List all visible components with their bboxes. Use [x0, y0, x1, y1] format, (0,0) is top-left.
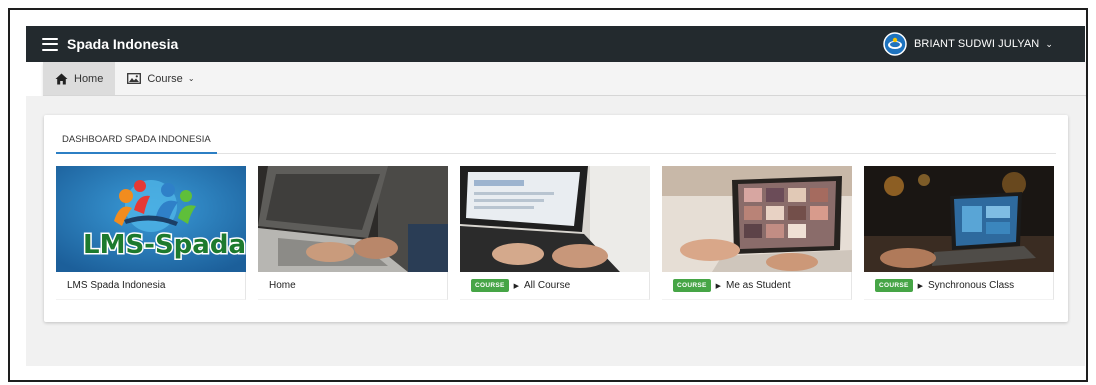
tile-title-text: LMS Spada Indonesia — [67, 280, 166, 291]
lms-spada-logo-text: LMS-Spada — [83, 230, 246, 260]
hamburger-menu-icon[interactable] — [42, 37, 58, 51]
tile-synchronous-class[interactable]: COURSE ▶ Synchronous Class — [864, 166, 1054, 301]
tile-lms-spada[interactable]: LMS-Spada LMS Spada Indonesia — [56, 166, 246, 301]
tile-home[interactable]: Home — [258, 166, 448, 301]
nav-item-course-label: Course — [147, 72, 183, 85]
laptop-gallery-image — [662, 166, 852, 272]
brand-title[interactable]: Spada Indonesia — [67, 36, 178, 52]
tile-me-as-student[interactable]: COURSE ▶ Me as Student — [662, 166, 852, 301]
tile-title-text: All Course — [524, 280, 571, 291]
tile-all-course[interactable]: COURSE ▶ All Course — [460, 166, 650, 301]
laptop-typing-image — [258, 166, 448, 272]
chevron-down-icon: ⌄ — [187, 74, 195, 83]
nav-bar: Home Course ⌄ — [43, 62, 1086, 96]
dashboard-card: DASHBOARD SPADA INDONESIA LMS-Spada LMS … — [44, 115, 1068, 322]
caret-right-icon: ▶ — [513, 282, 519, 290]
tab-dashboard[interactable]: DASHBOARD SPADA INDONESIA — [56, 129, 217, 154]
chevron-down-icon: ⌄ — [1045, 38, 1053, 49]
tile-title: COURSE ▶ Me as Student — [662, 272, 852, 300]
tile-title: COURSE ▶ All Course — [460, 272, 650, 300]
course-badge: COURSE — [673, 279, 711, 292]
nav-item-home-label: Home — [74, 72, 104, 85]
tile-title-text: Me as Student — [726, 280, 791, 291]
nav-item-course[interactable]: Course ⌄ — [115, 62, 206, 95]
tile-title: COURSE ▶ Synchronous Class — [864, 272, 1054, 300]
caret-right-icon: ▶ — [715, 282, 721, 290]
laptop-screen-image — [460, 166, 650, 272]
nav-item-home[interactable]: Home — [43, 62, 116, 95]
laptop-night-image — [864, 166, 1054, 272]
image-icon — [127, 73, 142, 84]
lms-spada-logo-image: LMS-Spada — [56, 166, 246, 272]
tile-title-text: Home — [269, 280, 296, 291]
tile-title-text: Synchronous Class — [928, 280, 1015, 291]
caret-right-icon: ▶ — [917, 282, 923, 290]
user-name: BRIANT SUDWI JULYAN — [913, 38, 1040, 50]
course-badge: COURSE — [471, 279, 509, 292]
user-avatar-icon — [883, 32, 907, 56]
tab-row: DASHBOARD SPADA INDONESIA — [56, 129, 1056, 154]
top-app-bar: Spada Indonesia BRIANT SUDWI JULYAN ⌄ — [26, 26, 1085, 62]
home-icon — [55, 73, 68, 84]
user-menu[interactable]: BRIANT SUDWI JULYAN ⌄ — [883, 32, 1053, 56]
tile-title: LMS Spada Indonesia — [56, 272, 246, 300]
course-tiles: LMS-Spada LMS Spada Indonesia Home COURS… — [56, 166, 1054, 301]
tile-title: Home — [258, 272, 448, 300]
course-badge: COURSE — [875, 279, 913, 292]
